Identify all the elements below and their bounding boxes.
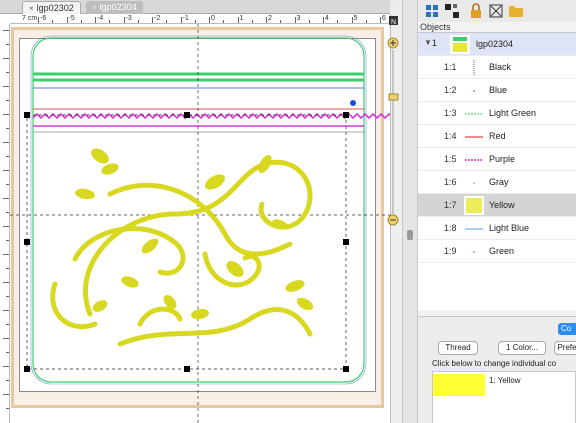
- selection-box: [26, 114, 347, 370]
- color-thumbnail: [464, 81, 484, 100]
- zip-band-purple: [32, 112, 390, 120]
- object-index: 1:8: [444, 223, 457, 233]
- object-index: 1:9: [444, 246, 457, 256]
- object-name: Light Blue: [489, 223, 530, 233]
- zoom-strip: N: [387, 16, 399, 226]
- zoom-slider-thumb[interactable]: [388, 93, 399, 101]
- object-index: 1:2: [444, 85, 457, 95]
- tab-label: lgp02304: [99, 2, 137, 12]
- object-name: lgp02304: [476, 39, 514, 49]
- object-row[interactable]: 1:1 Black: [418, 56, 576, 79]
- objects-toolbar: [418, 0, 576, 22]
- color-thumbnail: [464, 242, 484, 261]
- object-row[interactable]: 1:2 Blue: [418, 79, 576, 102]
- design-thumbnail: [450, 35, 470, 54]
- color-thumbnail: [464, 196, 484, 215]
- lock-icon[interactable]: [468, 3, 484, 19]
- object-name: Gray: [489, 177, 509, 187]
- one-color-button[interactable]: 1 Color...: [498, 341, 546, 355]
- embroidery-scrollwork: [50, 159, 313, 347]
- objects-list: ▼ 1 lgp02304 1:1 Black 1:2 Blue 1:3 Light Gre…: [418, 32, 576, 310]
- color-thumbnail: [464, 173, 484, 192]
- ungroup-icon[interactable]: [444, 3, 460, 19]
- object-row[interactable]: 1:6 Gray: [418, 171, 576, 194]
- rotation-handle[interactable]: [350, 100, 356, 106]
- object-index: 1:6: [444, 177, 457, 187]
- object-name: Light Green: [489, 108, 537, 118]
- color-panel: Co Thread 1 Color... Prefe Click below t…: [418, 316, 576, 423]
- color-hint-text: Click below to change individual co: [432, 359, 557, 368]
- object-row[interactable]: 1:8 Light Blue: [418, 217, 576, 240]
- color-thumbnail: [464, 104, 484, 123]
- group-icon[interactable]: [424, 3, 440, 19]
- color-entry-label: 1: Yellow: [489, 376, 521, 385]
- color-thumbnail: [464, 127, 484, 146]
- object-row[interactable]: 1:3 Light Green: [418, 102, 576, 125]
- tab-close-icon[interactable]: ×: [92, 3, 97, 12]
- object-row[interactable]: 1:9 Green: [418, 240, 576, 263]
- objects-header: Objects: [420, 22, 451, 32]
- object-index: 1:5: [444, 154, 457, 164]
- color-tab[interactable]: Co: [558, 323, 576, 335]
- tab-label: lgp02302: [36, 3, 74, 13]
- app-window: × lgp02302 × lgp02304 7 cm -6 -5 -4 -3 -2 -1 0 1 2…: [0, 0, 576, 423]
- yellow-color-swatch[interactable]: [433, 374, 485, 396]
- object-name: Yellow: [489, 200, 515, 210]
- color-thumbnail: [464, 58, 484, 77]
- object-index: 1:4: [444, 131, 457, 141]
- object-name: Blue: [489, 85, 508, 95]
- object-index: 1: [432, 38, 438, 48]
- object-row[interactable]: 1:7 Yellow: [418, 194, 576, 217]
- objects-panel: Objects ▼ 1 lgp02304 1:1 Black 1:2 Blue 1:3 L…: [418, 0, 576, 423]
- object-index: 1:7: [444, 200, 457, 210]
- object-index: 1:3: [444, 108, 457, 118]
- tab-bar: × lgp02302 × lgp02304: [0, 0, 390, 14]
- object-index: 1:1: [444, 62, 457, 72]
- object-row[interactable]: 1:4 Red: [418, 125, 576, 148]
- color-list: 1: Yellow: [432, 371, 576, 423]
- color-thumbnail: [464, 150, 484, 169]
- design-canvas[interactable]: 7 cm -6 -5 -4 -3 -2 -1 0 1 2 3 4 5 6: [0, 14, 395, 423]
- object-row-parent[interactable]: ▼ 1 lgp02304: [418, 33, 576, 56]
- tab-lgp02304[interactable]: × lgp02304: [86, 1, 143, 14]
- object-name: Purple: [489, 154, 516, 164]
- expand-triangle-icon[interactable]: ▼: [424, 38, 432, 47]
- object-name: Red: [489, 131, 506, 141]
- preferences-button[interactable]: Prefe: [554, 341, 576, 355]
- color-thumbnail: [464, 219, 484, 238]
- compass-label: N: [391, 19, 396, 26]
- thread-button[interactable]: Thread: [438, 341, 478, 355]
- tab-lgp02302[interactable]: × lgp02302: [22, 1, 81, 14]
- delete-icon[interactable]: [488, 3, 504, 19]
- object-name: Black: [489, 62, 512, 72]
- splitter-handle[interactable]: [407, 230, 413, 240]
- object-name: Green: [489, 246, 515, 256]
- object-row[interactable]: 1:5 Purple: [418, 148, 576, 171]
- embroidery-design[interactable]: [0, 14, 390, 423]
- folder-icon[interactable]: [508, 3, 524, 19]
- panel-splitter[interactable]: [402, 0, 418, 423]
- tab-close-icon[interactable]: ×: [29, 4, 34, 13]
